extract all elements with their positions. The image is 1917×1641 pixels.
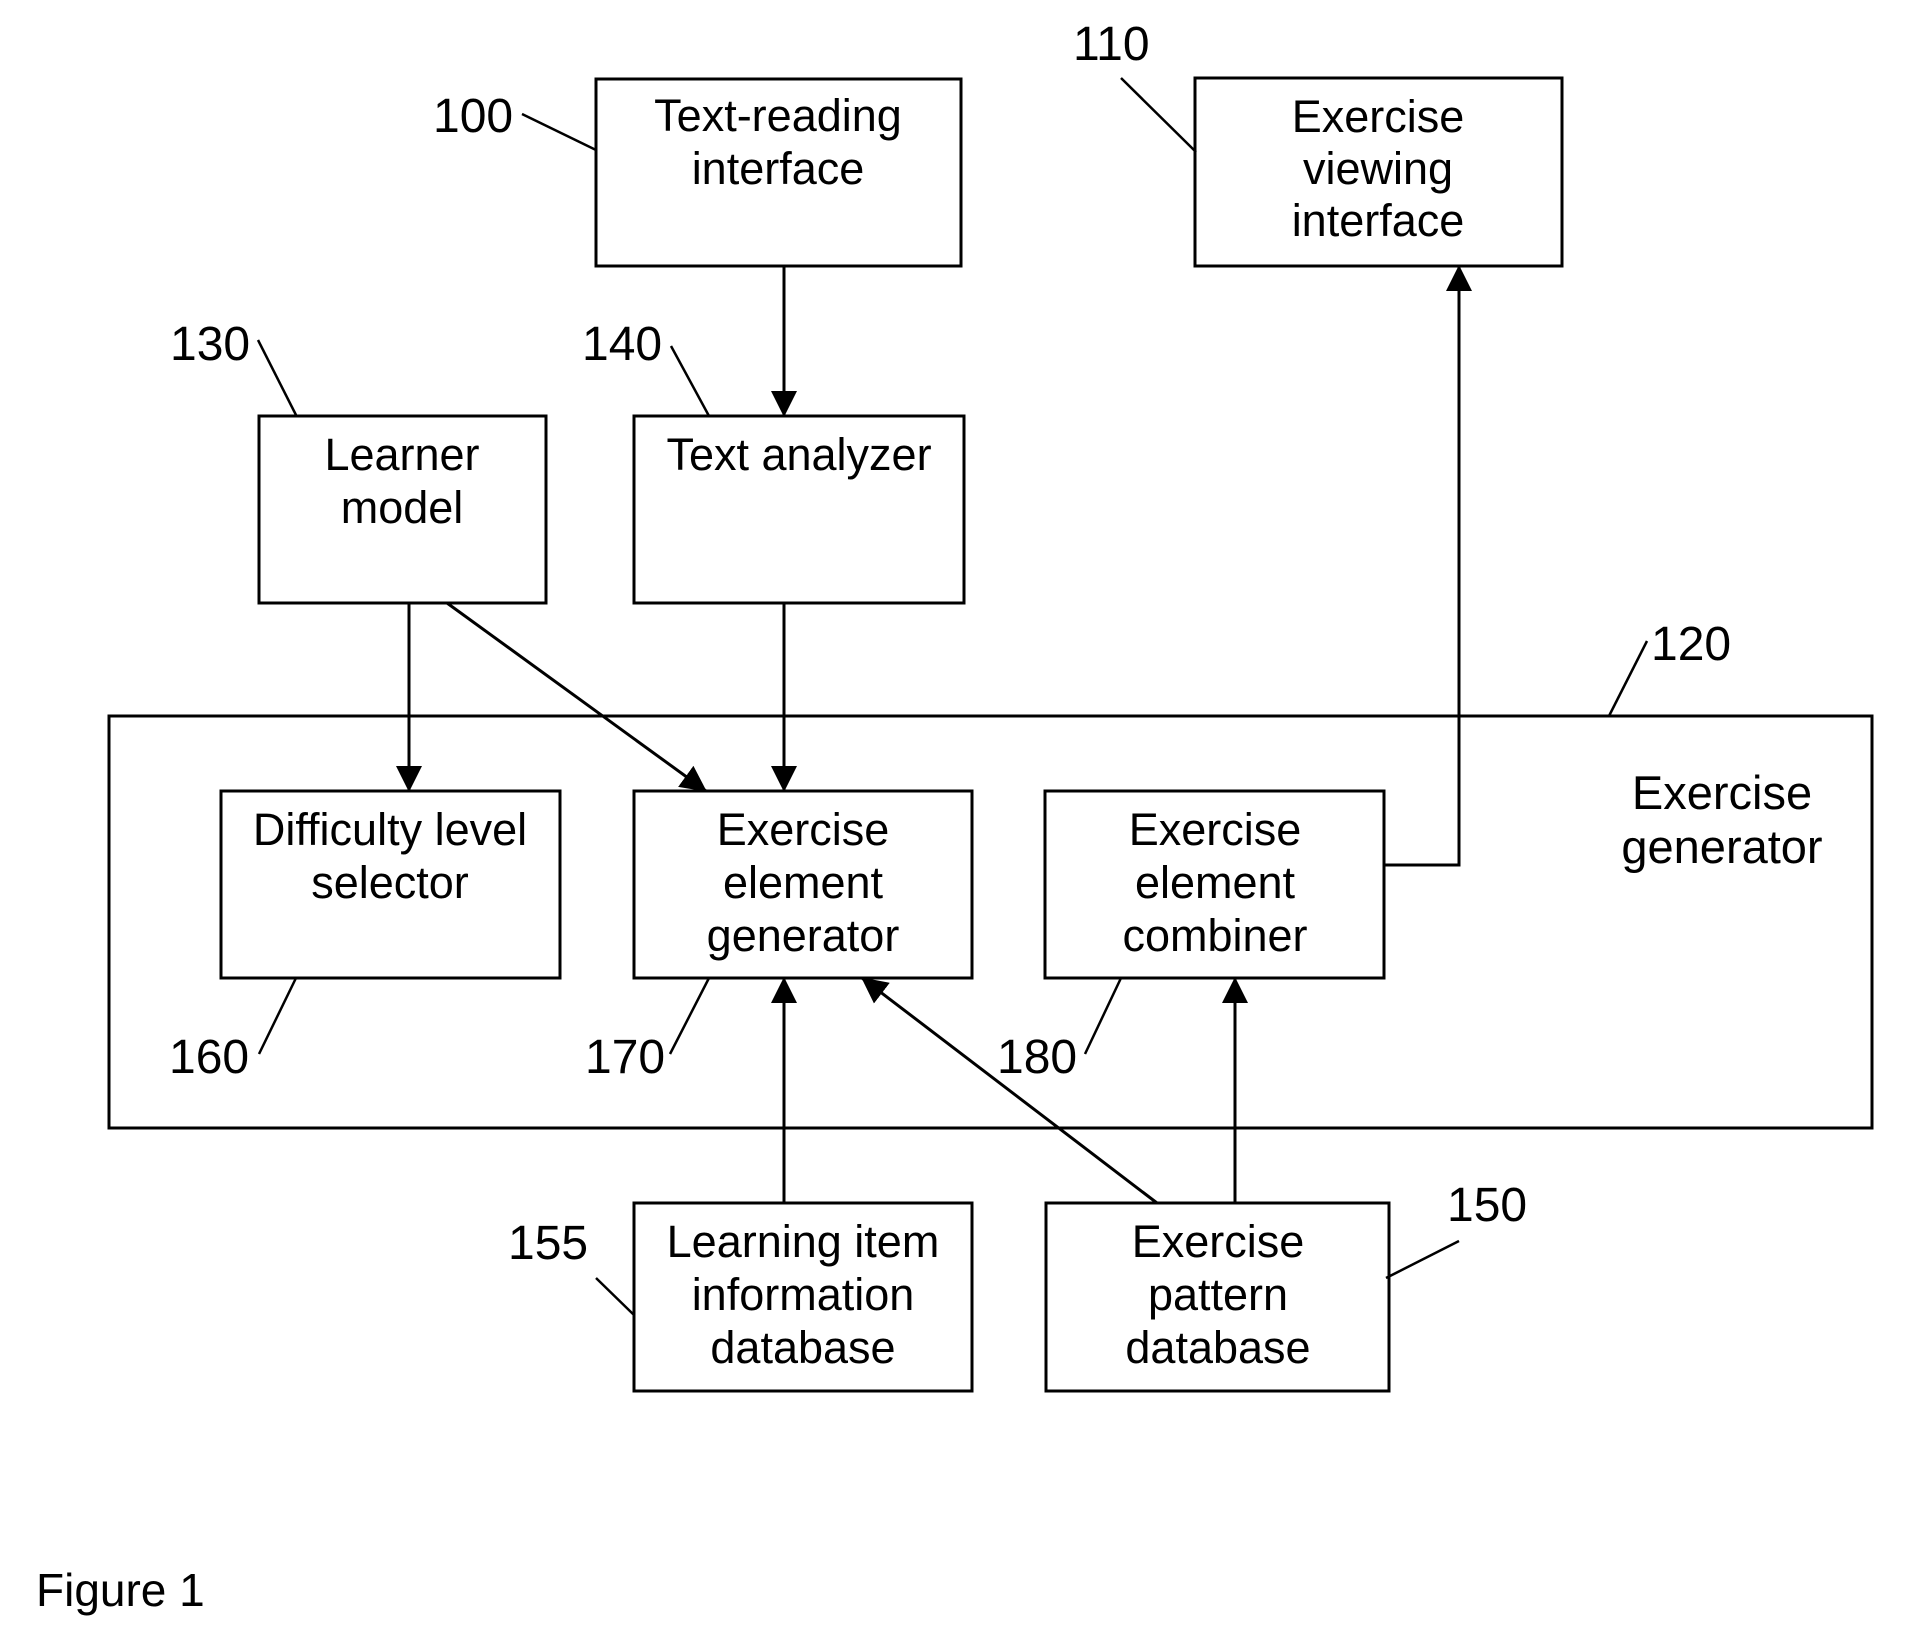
difficulty-level-selector-label-1: Difficulty level	[253, 804, 527, 855]
block-learner-model: Learner model 130	[170, 318, 548, 605]
exercise-element-combiner-label-1: Exercise	[1129, 804, 1302, 855]
ref-100: 100	[433, 90, 513, 143]
learning-item-information-database-label-3: database	[710, 1322, 895, 1373]
leader-155	[595, 1277, 635, 1316]
leader-130	[256, 339, 298, 416]
text-reading-interface-label-1: Text-reading	[654, 90, 902, 141]
exercise-viewing-interface-label-2: viewing	[1303, 143, 1453, 194]
leader-140	[669, 345, 711, 417]
exercise-viewing-interface-label-3: interface	[1292, 195, 1465, 246]
ref-155: 155	[508, 1217, 588, 1270]
exercise-element-generator-label-1: Exercise	[717, 804, 890, 855]
leader-100	[521, 112, 597, 152]
exercise-pattern-database-label-3: database	[1125, 1322, 1310, 1373]
ref-110: 110	[1073, 18, 1150, 71]
block-exercise-pattern-database: Exercise pattern database 150	[1044, 1179, 1527, 1393]
block-learning-item-information-database: Learning item information database 155	[508, 1201, 974, 1393]
ref-170: 170	[585, 1031, 665, 1084]
learning-item-information-database-label-2: information	[692, 1269, 915, 1320]
learner-model-label-2: model	[341, 482, 464, 533]
ref-160: 160	[169, 1031, 249, 1084]
ref-150: 150	[1447, 1179, 1527, 1232]
ref-120: 120	[1651, 618, 1731, 671]
exercise-pattern-database-label-2: pattern	[1148, 1269, 1288, 1320]
ref-140: 140	[582, 318, 662, 371]
ref-120-group: 120	[1607, 618, 1731, 717]
learning-item-information-database-label-1: Learning item	[667, 1216, 940, 1267]
figure-caption: Figure 1	[36, 1564, 205, 1616]
exercise-element-combiner-label-3: combiner	[1122, 910, 1307, 961]
exercise-element-generator-label-3: generator	[707, 910, 900, 961]
leader-110	[1120, 77, 1197, 153]
exercise-element-combiner-label-2: element	[1135, 857, 1296, 908]
learner-model-label-1: Learner	[324, 429, 479, 480]
leader-150	[1385, 1239, 1460, 1280]
exercise-generator-title-line-1: Exercise	[1632, 766, 1812, 819]
text-reading-interface-label-2: interface	[692, 143, 865, 194]
block-text-analyzer: Text analyzer 140	[582, 318, 966, 605]
exercise-element-generator-label-2: element	[723, 857, 884, 908]
difficulty-level-selector-label-2: selector	[311, 857, 469, 908]
exercise-pattern-database-label-1: Exercise	[1132, 1216, 1305, 1267]
block-diagram: Exercise generator Text-reading interfac…	[36, 18, 1874, 1616]
ref-180: 180	[997, 1031, 1077, 1084]
exercise-generator-title-line-2: generator	[1621, 820, 1822, 873]
block-text-reading-interface: Text-reading interface 100	[433, 77, 963, 268]
ref-130: 130	[170, 318, 250, 371]
leader-120	[1607, 640, 1649, 717]
exercise-viewing-interface-label-1: Exercise	[1292, 91, 1465, 142]
text-analyzer-label-1: Text analyzer	[666, 429, 931, 480]
block-exercise-viewing-interface: Exercise viewing interface 110	[1073, 18, 1564, 268]
